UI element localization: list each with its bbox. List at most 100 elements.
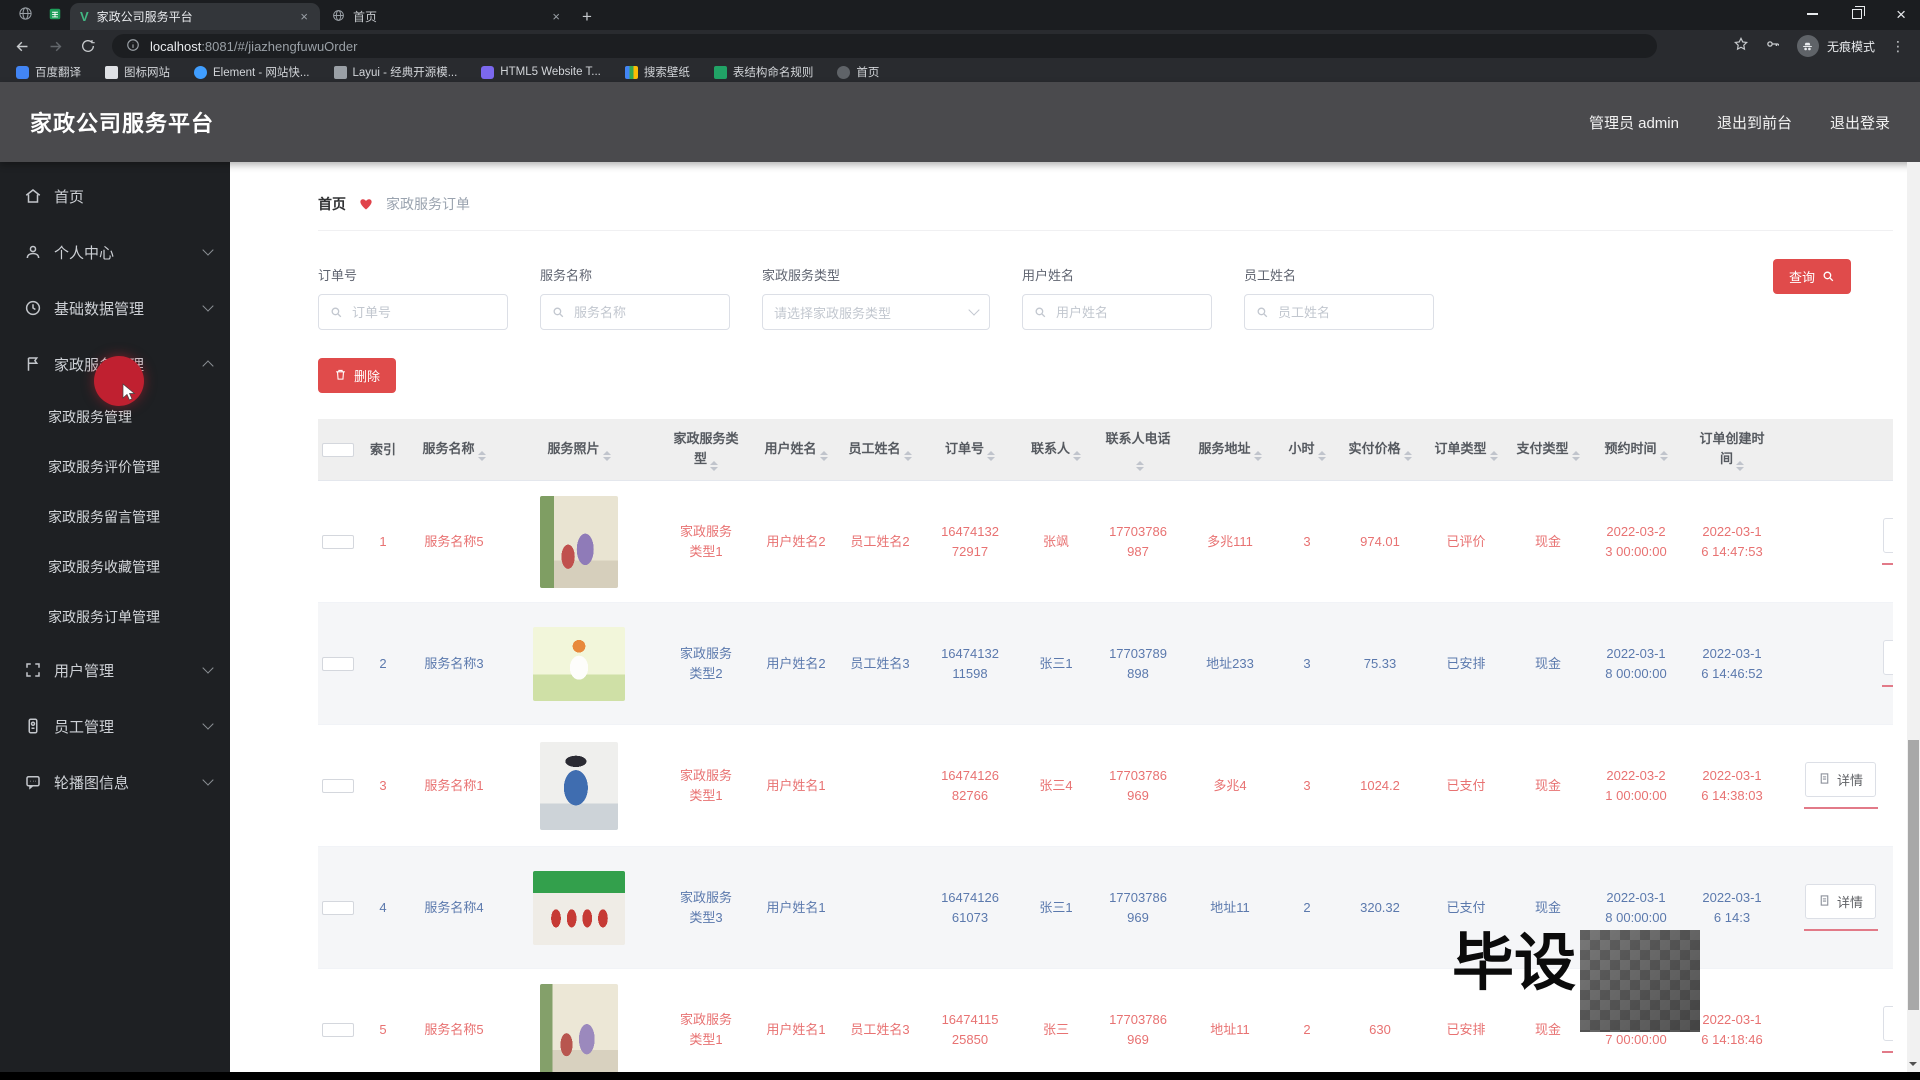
cell-order-no-value: 1647413211598 bbox=[941, 644, 999, 684]
column-label: 服务照片 bbox=[546, 439, 612, 461]
detail-button[interactable]: 详情 bbox=[1883, 518, 1893, 553]
row-checkbox[interactable] bbox=[322, 1023, 354, 1037]
table-header: 索引服务名称服务照片家政服务类型用户姓名员工姓名订单号联系人联系人电话服务地址小… bbox=[318, 419, 1893, 481]
column-header-2[interactable]: 服务照片 bbox=[500, 435, 658, 465]
cell-appoint-time-value: 2022-03-18 00:00:00 bbox=[1605, 888, 1667, 928]
detail-button[interactable]: 详情 bbox=[1883, 1006, 1893, 1041]
filter-input-4[interactable] bbox=[1276, 304, 1422, 321]
column-header-6[interactable]: 订单号 bbox=[922, 435, 1018, 465]
cell-create-time-value: 2022-03-16 14:47:53 bbox=[1701, 522, 1763, 562]
html5-icon bbox=[481, 66, 494, 79]
chevron-down-icon bbox=[202, 662, 213, 673]
cell-contact-value: 张三4 bbox=[1022, 776, 1090, 796]
forward-button[interactable] bbox=[47, 38, 64, 55]
column-header-5[interactable]: 员工姓名 bbox=[838, 435, 922, 465]
column-header-10[interactable]: 小时 bbox=[1278, 435, 1336, 465]
key-icon[interactable] bbox=[1765, 36, 1781, 57]
restore-button[interactable] bbox=[1852, 9, 1862, 19]
search-button[interactable]: 查询 bbox=[1773, 259, 1851, 294]
close-tab-icon[interactable]: × bbox=[298, 8, 310, 25]
sort-caret-icon bbox=[904, 451, 912, 461]
column-header-13[interactable]: 支付类型 bbox=[1508, 435, 1588, 465]
sidebar-item-2[interactable]: 基础数据管理 bbox=[0, 280, 230, 336]
column-header-9[interactable]: 服务地址 bbox=[1182, 435, 1278, 465]
detail-button[interactable]: 详情 bbox=[1805, 884, 1876, 919]
filter-input-3[interactable] bbox=[1054, 304, 1200, 321]
cell-price: 75.33 bbox=[1336, 650, 1424, 678]
sidebar-subitem-label: 家政服务评价管理 bbox=[48, 457, 160, 477]
column-header-3[interactable]: 家政服务类型 bbox=[658, 425, 754, 475]
bookmark-item[interactable]: 图标网站 bbox=[105, 64, 170, 80]
sidebar-item-6[interactable]: 轮播图信息 bbox=[0, 754, 230, 810]
browser-tab-home[interactable]: 首页 × bbox=[322, 3, 572, 30]
cell-service-name: 服务名称3 bbox=[408, 650, 500, 678]
breadcrumb-root[interactable]: 首页 bbox=[318, 194, 346, 214]
back-button[interactable] bbox=[14, 38, 31, 55]
scrollbar-down-arrow[interactable] bbox=[1909, 1062, 1917, 1070]
cell-appoint-time: 2022-03-23 00:00:00 bbox=[1588, 518, 1684, 566]
bookmark-item[interactable]: 百度翻译 bbox=[16, 64, 81, 80]
column-header-1[interactable]: 服务名称 bbox=[408, 435, 500, 465]
sidebar-item-1[interactable]: 个人中心 bbox=[0, 224, 230, 280]
row-checkbox[interactable] bbox=[322, 779, 354, 793]
bookmark-item[interactable]: 首页 bbox=[837, 64, 879, 80]
pinned-tab-sheet[interactable] bbox=[40, 3, 70, 29]
sort-caret-icon bbox=[1318, 451, 1326, 461]
page-scrollbar[interactable] bbox=[1907, 162, 1920, 1072]
row-checkbox[interactable] bbox=[322, 901, 354, 915]
cell-actions: 详情 bbox=[1780, 880, 1893, 935]
column-header-4[interactable]: 用户姓名 bbox=[754, 435, 838, 465]
bookmark-star-icon[interactable] bbox=[1733, 36, 1749, 57]
scrollbar-thumb[interactable] bbox=[1908, 740, 1919, 1010]
column-header-15[interactable]: 订单创建时间 bbox=[1684, 425, 1780, 475]
sort-caret-icon bbox=[1572, 451, 1580, 461]
sidebar-subitem-1[interactable]: 家政服务评价管理 bbox=[0, 442, 230, 492]
cell-price-value: 630 bbox=[1340, 1020, 1420, 1040]
column-header-14[interactable]: 预约时间 bbox=[1588, 435, 1684, 465]
info-icon[interactable] bbox=[126, 38, 140, 55]
sidebar-subitem-3[interactable]: 家政服务收藏管理 bbox=[0, 542, 230, 592]
cell-hours-value: 3 bbox=[1282, 776, 1332, 796]
cell-contact-phone: 17703789898 bbox=[1094, 640, 1182, 688]
bookmark-item[interactable]: Layui - 经典开源模... bbox=[334, 64, 458, 80]
cell-pay-type: 现金 bbox=[1508, 528, 1588, 556]
column-header-12[interactable]: 订单类型 bbox=[1424, 435, 1508, 465]
address-bar[interactable]: localhost:8081/#/jiazhengfuwuOrder bbox=[112, 34, 1657, 58]
pinned-tab-globe[interactable] bbox=[10, 3, 40, 29]
detail-button[interactable]: 详情 bbox=[1805, 762, 1876, 797]
sidebar-subitem-2[interactable]: 家政服务留言管理 bbox=[0, 492, 230, 542]
cell-service-type: 家政服务类型2 bbox=[658, 640, 754, 688]
minimize-button[interactable] bbox=[1807, 13, 1818, 15]
filter-input-0[interactable] bbox=[350, 304, 496, 321]
cell-actions: 详情 bbox=[1780, 514, 1893, 569]
globe-icon bbox=[332, 9, 345, 25]
bookmark-item[interactable]: 搜索壁纸 bbox=[625, 64, 690, 80]
bookmark-item[interactable]: Element - 网站快... bbox=[194, 64, 310, 80]
select-all-checkbox[interactable] bbox=[322, 443, 354, 457]
detail-button[interactable]: 详情 bbox=[1883, 640, 1893, 675]
search-icon bbox=[330, 306, 343, 319]
new-tab-button[interactable]: + bbox=[582, 7, 592, 27]
refresh-button[interactable] bbox=[80, 38, 96, 54]
bookmark-item[interactable]: 表结构命名规则 bbox=[714, 64, 814, 80]
browser-tab-active[interactable]: V 家政公司服务平台 × bbox=[70, 3, 320, 30]
close-tab-icon[interactable]: × bbox=[550, 8, 562, 25]
column-header-8[interactable]: 联系人电话 bbox=[1094, 425, 1182, 475]
filter-input-1[interactable] bbox=[572, 304, 718, 321]
row-checkbox[interactable] bbox=[322, 657, 354, 671]
logout-link[interactable]: 退出登录 bbox=[1830, 112, 1890, 133]
cell-hours: 3 bbox=[1278, 528, 1336, 556]
browser-menu-icon[interactable]: ⋮ bbox=[1891, 38, 1906, 55]
close-window-button[interactable]: × bbox=[1896, 6, 1906, 23]
column-header-7[interactable]: 联系人 bbox=[1018, 435, 1094, 465]
exit-to-front-link[interactable]: 退出到前台 bbox=[1717, 112, 1792, 133]
type-select[interactable]: 请选择家政服务类型 bbox=[762, 294, 990, 330]
sidebar-item-0[interactable]: 首页 bbox=[0, 168, 230, 224]
sidebar-item-5[interactable]: 员工管理 bbox=[0, 698, 230, 754]
column-header-11[interactable]: 实付价格 bbox=[1336, 435, 1424, 465]
bookmark-item[interactable]: HTML5 Website T... bbox=[481, 66, 601, 79]
sidebar-subitem-4[interactable]: 家政服务订单管理 bbox=[0, 592, 230, 642]
row-checkbox[interactable] bbox=[322, 535, 354, 549]
sidebar-item-4[interactable]: 用户管理 bbox=[0, 642, 230, 698]
delete-button[interactable]: 删除 bbox=[318, 358, 396, 393]
